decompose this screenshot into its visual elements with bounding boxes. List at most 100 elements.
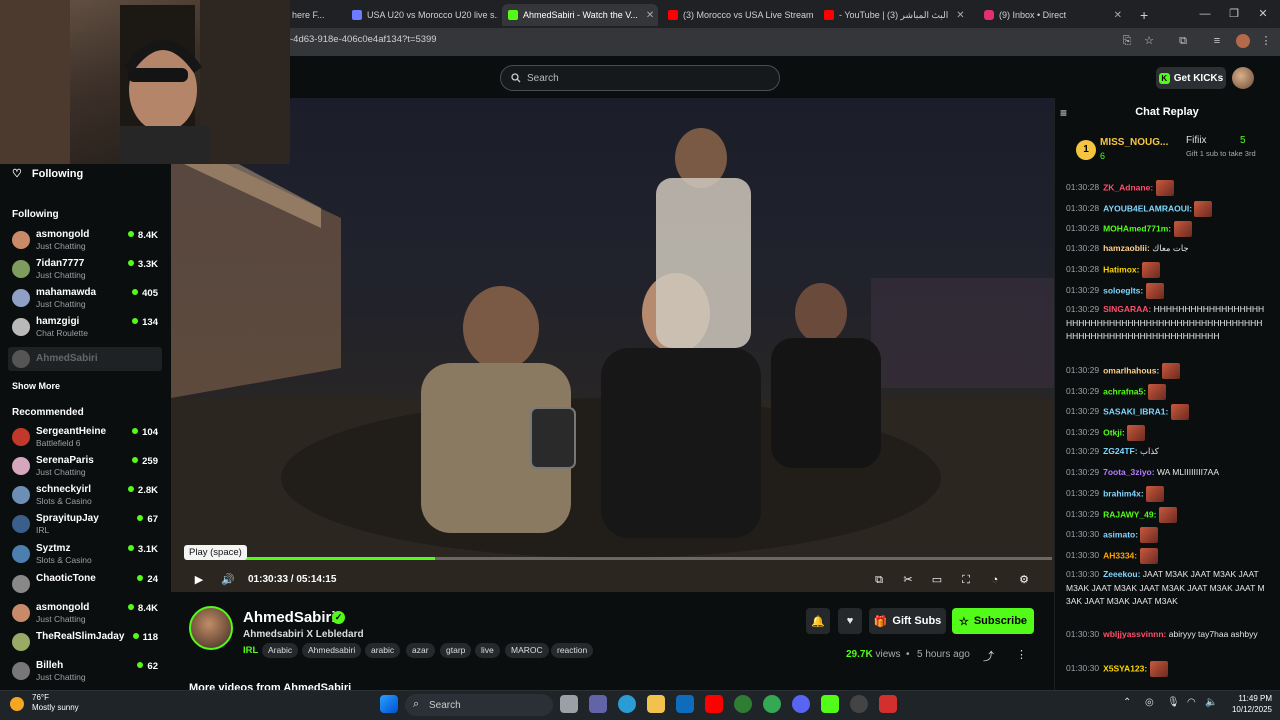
- sidebar-channel[interactable]: schneckyirl Slots & Casino 2.8K: [12, 484, 162, 512]
- volume-icon[interactable]: 🔈: [1205, 697, 1217, 708]
- sidebar-channel[interactable]: SerenaParis Just Chatting 259: [12, 455, 162, 483]
- stream-tag[interactable]: reaction: [551, 643, 594, 658]
- stream-tag[interactable]: MAROC: [505, 643, 549, 658]
- chat-username[interactable]: SASAKI_IBRA1:: [1103, 406, 1168, 416]
- chat-username[interactable]: X5SYA123:: [1103, 663, 1147, 673]
- sidebar-channel[interactable]: TheRealSlimJaday 118: [12, 631, 162, 659]
- play-button-icon[interactable]: ▶: [192, 573, 206, 587]
- sidebar-channel[interactable]: asmongold Just Chatting 8.4K: [12, 229, 162, 257]
- clip-icon[interactable]: ✂: [901, 573, 915, 587]
- chat-username[interactable]: brahim4x:: [1103, 488, 1144, 498]
- sidebar-channel[interactable]: 7idan7777 Just Chatting 3.3K: [12, 258, 162, 286]
- new-tab-button[interactable]: +: [1134, 4, 1154, 26]
- streamer-name[interactable]: AhmedSabiri: [243, 609, 336, 626]
- wifi-icon[interactable]: ◠: [1187, 697, 1196, 708]
- sidebar-channel[interactable]: Billeh Just Chatting 62: [12, 660, 162, 688]
- more-options-icon[interactable]: ⋮: [1016, 648, 1027, 661]
- share-icon[interactable]: ⤴: [983, 648, 994, 664]
- discord-icon[interactable]: [792, 695, 810, 713]
- network-icon[interactable]: ◎: [1145, 697, 1154, 708]
- chat-username[interactable]: ZK_Adnane:: [1103, 182, 1153, 192]
- search-input[interactable]: Search: [500, 65, 780, 91]
- stream-tag[interactable]: Arabic: [262, 643, 299, 658]
- minimize-icon[interactable]: —: [1198, 7, 1212, 21]
- chat-username[interactable]: ZG24TF:: [1103, 446, 1137, 456]
- chat-username[interactable]: AYOUB4ELAMRAOUI:: [1103, 203, 1192, 213]
- follow-button[interactable]: ♥: [838, 608, 862, 634]
- gift-subs-button[interactable]: 🎁 Gift Subs: [869, 608, 946, 634]
- following-nav-item[interactable]: ♡ Following: [12, 167, 83, 181]
- url-field[interactable]: -4d63-918e-406c0e4af134?t=5399: [290, 34, 437, 45]
- get-kicks-button[interactable]: K Get KICKs: [1156, 67, 1226, 89]
- browser-tab[interactable]: (9) Inbox • Direct ✕: [978, 4, 1128, 26]
- chat-username[interactable]: wbljjyassvinnn:: [1103, 629, 1166, 639]
- chat-username[interactable]: RAJAWY_49:: [1103, 509, 1156, 519]
- settings-gear-icon[interactable]: ⚙: [1017, 573, 1031, 587]
- menu-kebab-icon[interactable]: ⋮: [1259, 34, 1273, 48]
- chat-username[interactable]: Otkji:: [1103, 427, 1125, 437]
- chat-username[interactable]: SINGARAA:: [1103, 304, 1151, 314]
- close-tab-icon[interactable]: ✕: [1114, 10, 1122, 21]
- sidebar-channel[interactable]: SergeantHeine Battlefield 6 104: [12, 426, 162, 454]
- sidebar-channel[interactable]: ChaoticTone 24: [12, 573, 162, 601]
- sidebar-channel[interactable]: Syztmz Slots & Casino 3.1K: [12, 543, 162, 571]
- translate-icon[interactable]: ⎘: [1120, 34, 1134, 48]
- stream-category-link[interactable]: IRL: [243, 645, 258, 656]
- system-clock[interactable]: 11:49 PM 10/12/2025: [1222, 693, 1272, 715]
- stream-tag[interactable]: Ahmedsabiri: [302, 643, 362, 658]
- app-icon[interactable]: [734, 695, 752, 713]
- youtube-icon[interactable]: [705, 695, 723, 713]
- speed-icon[interactable]: ◔: [988, 573, 1002, 587]
- sidebar-channel-offline[interactable]: AhmedSabiri: [8, 347, 162, 371]
- notification-bell-button[interactable]: 🔔: [806, 608, 830, 634]
- sidebar-channel[interactable]: hamzgigi Chat Roulette 134: [12, 316, 162, 344]
- browser-tab[interactable]: here F...: [286, 4, 346, 26]
- video-player[interactable]: [171, 98, 1054, 592]
- chat-username[interactable]: omarlhahous:: [1103, 365, 1159, 375]
- close-tab-icon[interactable]: ✕: [646, 10, 654, 21]
- windows-start-icon[interactable]: [380, 695, 398, 713]
- kick-app-icon[interactable]: [821, 695, 839, 713]
- theater-mode-icon[interactable]: ▭: [930, 573, 944, 587]
- taskbar-search[interactable]: Search: [405, 694, 553, 716]
- top-gifter-name[interactable]: MISS_NOUG...: [1100, 137, 1168, 148]
- show-more-link[interactable]: Show More: [12, 381, 60, 391]
- chat-username[interactable]: Hatimox:: [1103, 264, 1139, 274]
- chat-username[interactable]: MOHAmed771m:: [1103, 223, 1171, 233]
- volume-icon[interactable]: 🔊: [221, 573, 235, 587]
- stream-tag[interactable]: live: [475, 643, 500, 658]
- browser-tab[interactable]: - YouTube | البث المباشر (3) ✕: [818, 4, 974, 26]
- microphone-icon[interactable]: 🎙: [1167, 697, 1180, 708]
- browser-tab[interactable]: USA U20 vs Morocco U20 live s... ✕: [346, 4, 498, 26]
- chat-username[interactable]: 7oota_3ziyo:: [1103, 467, 1155, 477]
- chat-username[interactable]: soloeglts:: [1103, 285, 1143, 295]
- steam-icon[interactable]: [850, 695, 868, 713]
- close-tab-icon[interactable]: ✕: [956, 10, 964, 21]
- second-gifter-name[interactable]: Fifiix: [1186, 135, 1207, 146]
- stream-tag[interactable]: gtarp: [440, 643, 472, 658]
- teams-icon[interactable]: [589, 695, 607, 713]
- sidebar-channel[interactable]: asmongold Just Chatting 8.4K: [12, 602, 162, 630]
- chrome-icon[interactable]: [763, 695, 781, 713]
- edge-icon[interactable]: [618, 695, 636, 713]
- browser-tab-active[interactable]: AhmedSabiri - Watch the V... ✕: [502, 4, 658, 26]
- user-avatar[interactable]: [1232, 67, 1254, 89]
- close-window-icon[interactable]: ✕: [1256, 7, 1270, 21]
- browser-tab[interactable]: (3) Morocco vs USA Live Stream... ✕: [662, 4, 814, 26]
- fullscreen-icon[interactable]: ⛶: [959, 573, 973, 587]
- sidebar-channel[interactable]: mahamawda Just Chatting 405: [12, 287, 162, 315]
- pip-icon[interactable]: ⧉: [872, 573, 886, 587]
- restore-icon[interactable]: ❐: [1227, 7, 1241, 21]
- chevron-up-icon[interactable]: ⌃: [1123, 697, 1131, 708]
- weather-widget[interactable]: 76°F Mostly sunny: [32, 693, 79, 713]
- stream-tag[interactable]: azar: [406, 643, 435, 658]
- media-control-icon[interactable]: ≡: [1210, 34, 1224, 48]
- sidebar-channel[interactable]: SprayitupJay IRL 67: [12, 513, 162, 541]
- bookmark-star-icon[interactable]: ☆: [1142, 34, 1156, 48]
- chat-username[interactable]: hamzaoblii:: [1103, 243, 1150, 253]
- profile-icon[interactable]: [1236, 34, 1250, 48]
- stream-tag[interactable]: arabic: [365, 643, 401, 658]
- file-explorer-icon[interactable]: [647, 695, 665, 713]
- streamer-avatar[interactable]: [189, 606, 233, 650]
- outlook-icon[interactable]: [676, 695, 694, 713]
